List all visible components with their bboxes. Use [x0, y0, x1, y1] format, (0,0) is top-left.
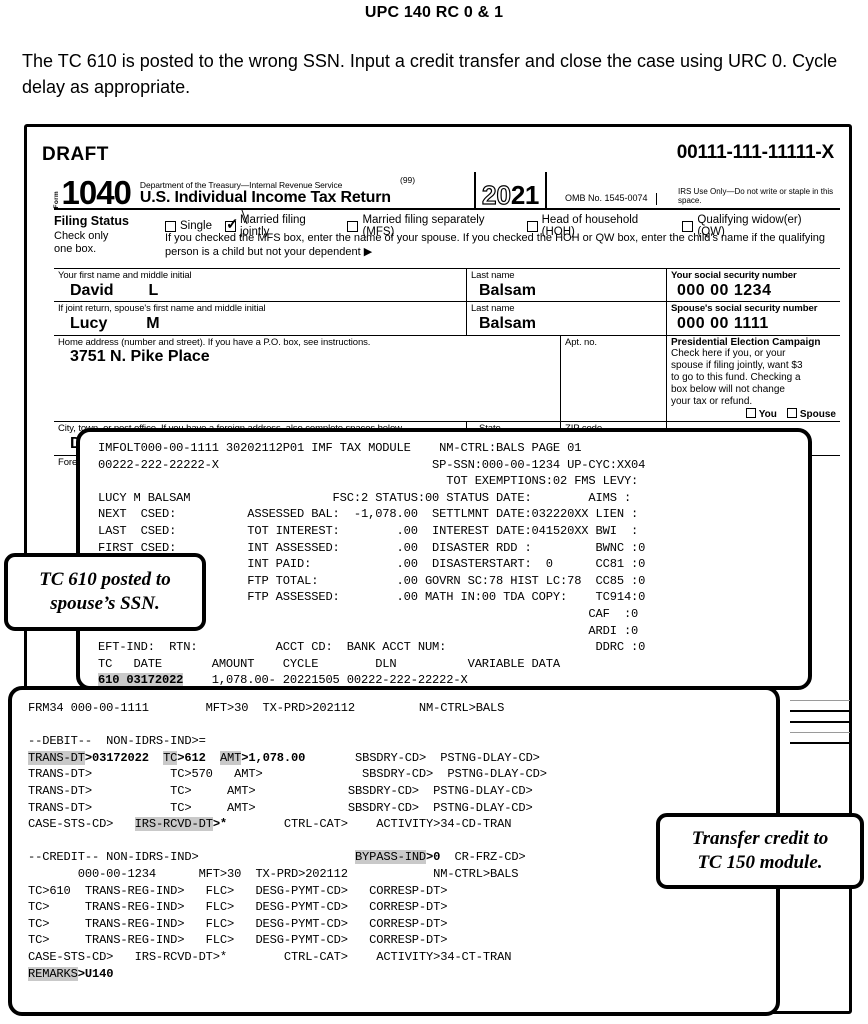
your-ssn-label: Your social security number [671, 270, 797, 281]
form-masthead: Form 1040 Department of the Treasury—Int… [53, 170, 840, 211]
pec-checkboxes: You Spouse [671, 408, 840, 420]
pec-spouse-option[interactable]: Spouse [786, 408, 836, 421]
pec-you-label: You [758, 409, 777, 421]
spouse-middle-initial-text: M [146, 315, 160, 333]
callout-left-line2: spouse’s SSN. [50, 593, 160, 614]
apt-label: Apt. no. [565, 336, 597, 348]
filing-status-section: Filing Status Check only one box. Single… [54, 214, 840, 264]
frm34-debit-amt-value: >1,078.00 [241, 750, 306, 765]
callout-right-line1: Transfer credit to [691, 828, 829, 850]
checkbox-icon-you[interactable] [745, 408, 756, 419]
filing-status-note-line2: person is a child but not your dependent… [165, 245, 373, 258]
filing-status-sublabel: Check only one box. [54, 230, 108, 256]
sp1 [149, 751, 163, 765]
pec-line2: spouse if filing jointly, want $3 [671, 359, 803, 371]
spouse-last-name-field[interactable]: Last name Balsam [467, 302, 667, 335]
your-middle-initial-text: L [148, 281, 159, 299]
irs-use-only-note: IRS Use Only—Do not write or staple in t… [678, 187, 834, 205]
frm34-debit-amt-label[interactable]: AMT [219, 750, 241, 765]
filing-status-sublabel-line2: one box. [54, 243, 97, 256]
callout-transfer-credit: Transfer credit to TC 150 module. [656, 813, 864, 889]
checkbox-icon-qw[interactable] [682, 220, 694, 232]
your-first-name-text: David [70, 281, 114, 299]
imf-screen-ruled-lines [790, 700, 850, 753]
frm34-debit-tc-value: >612 [177, 750, 206, 765]
scenario-description: The TC 610 is posted to the wrong SSN. I… [22, 51, 838, 98]
page-title: UPC 140 RC 0 & 1 [364, 4, 504, 21]
callout-right-line2: TC 150 module. [697, 852, 823, 873]
checkbox-icon-spouse[interactable] [786, 408, 797, 419]
home-address-label: Home address (number and street). If you… [58, 336, 371, 348]
form-number: 1040 [61, 173, 132, 211]
sp2 [206, 751, 220, 765]
pec-title: Presidential Election Campaign [671, 336, 821, 348]
pec-spouse-label: Spouse [799, 409, 836, 421]
your-name-label: Your first name and middle initial [58, 270, 192, 281]
callout-tc610-spouse-ssn: TC 610 posted to spouse’s SSN. [4, 553, 206, 631]
form-title: U.S. Individual Income Tax Return [139, 189, 391, 207]
frm34-trans-dt-value: >03172022 [84, 750, 149, 765]
frm34-credit-block: CR-FRZ-CD> 000-00-1234 MFT>30 TX-PRD>202… [28, 850, 526, 964]
tax-year-suffix: 21 [510, 180, 539, 210]
spouse-ssn-value: 000 00 1111 [677, 315, 769, 333]
your-last-name-field[interactable]: Last name Balsam [467, 269, 667, 302]
filing-status-option-single[interactable]: Single [165, 220, 212, 232]
dln-number: 00111-111-11111-X [676, 142, 834, 163]
spouse-name-row: If joint return, spouse's first name and… [54, 302, 840, 336]
form-revision-code: (99) [400, 175, 416, 185]
filing-status-note: If you checked the MFS box, enter the na… [165, 232, 825, 260]
checkbox-icon-single[interactable] [165, 220, 176, 232]
frm34-irs-rcvd-dt-value-debit: >* [212, 817, 228, 832]
last-name-label: Last name [471, 303, 515, 315]
taxpayer-name-row: Your first name and middle initial David… [54, 269, 840, 303]
draft-stamp: DRAFT [42, 144, 109, 165]
checkbox-icon-mfs[interactable] [347, 220, 359, 232]
your-last-name-value: Balsam [479, 281, 536, 299]
tax-year: 20 21 [474, 172, 547, 210]
presidential-election-campaign: Presidential Election Campaign Check her… [667, 336, 840, 422]
apt-number-field[interactable]: Apt. no. [561, 335, 667, 422]
your-ssn-field[interactable]: Your social security number 000 00 1234 [667, 269, 840, 301]
omb-number: OMB No. 1545-0074 [565, 193, 657, 205]
address-row: Home address (number and street). If you… [54, 335, 840, 423]
frm34-debit-tc-label[interactable]: TC [163, 750, 177, 765]
spouse-first-name-value: Lucy M [58, 315, 466, 333]
your-ssn-value: 000 00 1234 [677, 281, 772, 299]
filing-status-option-label: Single [180, 220, 212, 232]
checkbox-icon-hoh[interactable] [526, 220, 538, 232]
frm34-bypass-ind-value: >0 [426, 850, 441, 865]
form-word-label: Form [53, 190, 60, 208]
spouse-ssn-field[interactable]: Spouse's social security number 000 00 1… [667, 302, 840, 334]
checkbox-icon-mfj-checked[interactable] [224, 217, 239, 232]
pec-line4: box below will not change [671, 384, 785, 396]
spouse-name-label: If joint return, spouse's first name and… [58, 303, 266, 315]
home-address-field[interactable]: Home address (number and street). If you… [54, 335, 561, 422]
pec-line3: to go to this fund. Checking a [671, 371, 801, 383]
pec-line1: Check here if you, or your [671, 347, 786, 359]
your-name-field[interactable]: Your first name and middle initial David… [54, 269, 467, 302]
home-address-value: 3751 N. Pike Place [70, 348, 210, 366]
filing-status-label: Filing Status [54, 214, 129, 228]
screenshot-root: UPC 140 RC 0 & 1 The TC 610 is posted to… [0, 0, 868, 1024]
tax-year-prefix: 20 [481, 180, 511, 210]
frm34-header-line: FRM34 000-00-1111 MFT>30 TX-PRD>202112 N… [28, 701, 505, 749]
frm34-remarks-value: >U140 [77, 966, 114, 981]
spouse-last-name-value: Balsam [479, 315, 536, 333]
filing-status-note-line1: If you checked the MFS box, enter the na… [165, 232, 825, 244]
frm34-irs-rcvd-dt-label-debit[interactable]: IRS-RCVD-DT [134, 817, 213, 832]
pec-you-option[interactable]: You [745, 408, 777, 421]
frm34-remarks-label[interactable]: REMARKS [28, 966, 78, 981]
filing-status-sublabel-line1: Check only [54, 230, 109, 242]
spouse-ssn-label: Spouse's social security number [671, 303, 818, 315]
spouse-first-name-text: Lucy [70, 315, 108, 333]
last-name-label: Last name [471, 270, 515, 281]
your-first-name-value: David L [58, 282, 466, 300]
spouse-name-field[interactable]: If joint return, spouse's first name and… [54, 302, 467, 335]
frm34-bypass-ind-label[interactable]: BYPASS-IND [354, 850, 426, 865]
pec-line5: your tax or refund. [671, 396, 753, 408]
callout-left-line1: TC 610 posted to [39, 569, 171, 591]
frm34-trans-dt-label[interactable]: TRANS-DT [28, 750, 85, 765]
